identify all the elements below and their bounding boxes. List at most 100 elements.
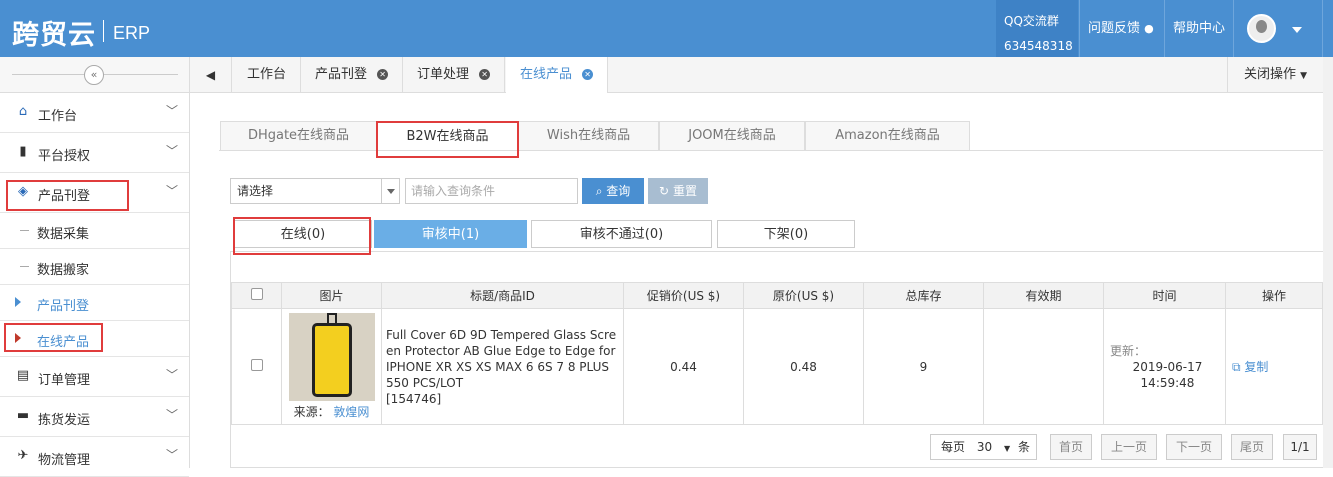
close-icon[interactable]: ✕ [377,69,389,80]
close-icon[interactable]: ✕ [582,69,594,80]
tab-under-review[interactable]: 审核中(1) [374,220,527,248]
copy-icon[interactable]: ⧉ [1232,360,1241,374]
source-link[interactable]: 敦煌网 [333,405,369,419]
tab-joom[interactable]: JOOM在线商品 [659,121,805,151]
chevron-down-icon: ﹀ [166,448,179,462]
tab-dhgate[interactable]: DHgate在线商品 [220,121,377,151]
sidebar-item-logistics[interactable]: ✈ 物流管理 ﹀ [0,437,189,477]
sidebar-item-label: 订单管理 [38,373,91,388]
caret-down-icon: ▼ [1003,444,1011,453]
top-bar: 跨贸云 ERP QQ交流群 634548318 问题反馈 ● 帮助中心 [0,0,1333,57]
help-center-link[interactable]: 帮助中心 [1164,0,1233,57]
sidebar-item-label: 数据搬家 [37,263,90,278]
column-header: 促销价(US $) [623,282,744,309]
page-tab-bar: ◀ 工作台 产品刊登 ✕ 订单处理 ✕ 在线产品 ✕ 关闭操作 ▼ [190,57,1323,93]
column-header: 时间 [1103,282,1226,309]
collapse-sidebar-icon[interactable]: « [84,65,104,85]
source-info: 来源： 敦煌网 [282,403,381,420]
search-input[interactable]: 请输入查询条件 [405,178,578,204]
price-cell: 0.48 [743,308,864,425]
sidebar-item-label: 产品刊登 [37,299,90,314]
glass-shape [311,323,352,397]
per-page-label: 每页 [941,440,966,454]
tab-scroll-left-icon[interactable]: ◀ [190,57,232,93]
column-header: 操作 [1225,282,1323,309]
tab-label: 工作台 [247,67,287,82]
feedback-link[interactable]: 问题反馈 ● [1079,0,1164,57]
sidebar-item-workbench[interactable]: ⌂ 工作台 ﹀ [0,93,189,133]
chevron-down-icon[interactable] [1292,27,1302,33]
sidebar-item-order-management[interactable]: ▤ 订单管理 ﹀ [0,357,189,397]
select-all-checkbox[interactable] [250,288,263,300]
close-operations-dropdown[interactable]: 关闭操作 ▼ [1227,57,1323,93]
sidebar-item-picking-shipping[interactable]: ▬ 拣货发运 ﹀ [0,397,189,437]
avatar[interactable] [1247,14,1276,43]
caret-down-icon: ▼ [1300,71,1308,81]
sidebar: « ⌂ 工作台 ﹀ ▮ 平台授权 ﹀ ◈ 产品刊登 ﹀ 数据采集 数据搬家 产品… [0,57,190,477]
tab-label: 产品刊登 [315,67,368,82]
product-id: [154746] [386,391,442,406]
sidebar-item-platform-auth[interactable]: ▮ 平台授权 ﹀ [0,133,189,173]
document-icon: ▤ [16,368,30,383]
time-value: 2019-06-17 14:59:48 [1132,359,1203,390]
chevron-down-icon: ﹀ [166,184,179,198]
vertical-scrollbar[interactable] [1323,57,1333,468]
time-label: 更新： [1110,343,1147,358]
title-cell: Full Cover 6D 9D Tempered Glass Screen P… [381,308,624,425]
prev-page-button[interactable]: 上一页 [1101,434,1157,460]
highlight-box [376,121,519,158]
reset-button[interactable]: ↻ 重置 [648,178,708,204]
first-page-button[interactable]: 首页 [1050,434,1092,460]
copy-link[interactable]: 复制 [1244,360,1268,374]
query-button[interactable]: ⌕ 查询 [582,178,644,204]
column-header: 原价(US $) [743,282,864,309]
select-all-cell [231,282,282,309]
reset-label: 重置 [672,184,697,198]
chevron-down-icon: ﹀ [166,104,179,118]
home-icon: ⌂ [18,104,28,119]
truck-icon: ▬ [16,408,30,423]
tab-label: 在线产品 [520,67,573,82]
feedback-label: 问题反馈 [1088,21,1141,36]
per-page-unit: 条 [1017,440,1030,454]
page-size-selector[interactable]: 每页 30 ▼ 条 [930,434,1037,460]
tree-line [20,230,29,231]
sidebar-subitem-data-collect[interactable]: 数据采集 [0,213,189,249]
app-logo[interactable]: 跨贸云 [12,13,96,52]
tab-amazon[interactable]: Amazon在线商品 [805,121,970,151]
filter-select[interactable]: 请选择 [230,178,400,204]
row-select-cell [231,308,282,425]
tab-product-listing[interactable]: 产品刊登 ✕ [301,57,404,93]
time-cell: 更新： 2019-06-17 14:59:48 [1103,308,1226,425]
highlight-box [233,217,371,255]
user-menu[interactable] [1233,0,1313,57]
chat-bubble-icon: ● [1144,22,1154,35]
row-checkbox[interactable] [250,359,263,371]
logo-divider [103,20,104,42]
close-icon[interactable]: ✕ [479,69,491,80]
next-page-button[interactable]: 下一页 [1166,434,1222,460]
product-image[interactable] [288,313,375,401]
sidebar-subitem-data-move[interactable]: 数据搬家 [0,249,189,285]
page-indicator: 1/1 [1283,434,1317,460]
tab-delisted[interactable]: 下架(0) [717,220,855,248]
sidebar-subitem-product-publish[interactable]: 产品刊登 [0,285,189,321]
last-page-button[interactable]: 尾页 [1231,434,1273,460]
chevron-down-icon: ﹀ [166,368,179,382]
product-table: 图片 标题/商品ID 促销价(US $) 原价(US $) 总库存 有效期 时间… [231,282,1323,425]
chevron-down-icon: ﹀ [166,408,179,422]
qq-group-number: 634548318 [1004,39,1073,53]
column-header: 标题/商品ID [381,282,624,309]
tab-online-products[interactable]: 在线产品 ✕ [506,57,609,93]
qq-group-info: QQ交流群 634548318 [996,0,1078,57]
bookmark-icon: ▮ [19,144,27,159]
validity-cell [983,308,1104,425]
tab-review-failed[interactable]: 审核不通过(0) [531,220,712,248]
sidebar-item-label: 工作台 [38,109,78,124]
tab-workbench[interactable]: 工作台 [233,57,302,93]
column-header: 总库存 [863,282,984,309]
airplane-icon: ✈ [17,448,29,463]
chevron-down-icon[interactable] [381,179,399,203]
tab-wish[interactable]: Wish在线商品 [518,121,659,151]
tab-order-processing[interactable]: 订单处理 ✕ [403,57,506,93]
